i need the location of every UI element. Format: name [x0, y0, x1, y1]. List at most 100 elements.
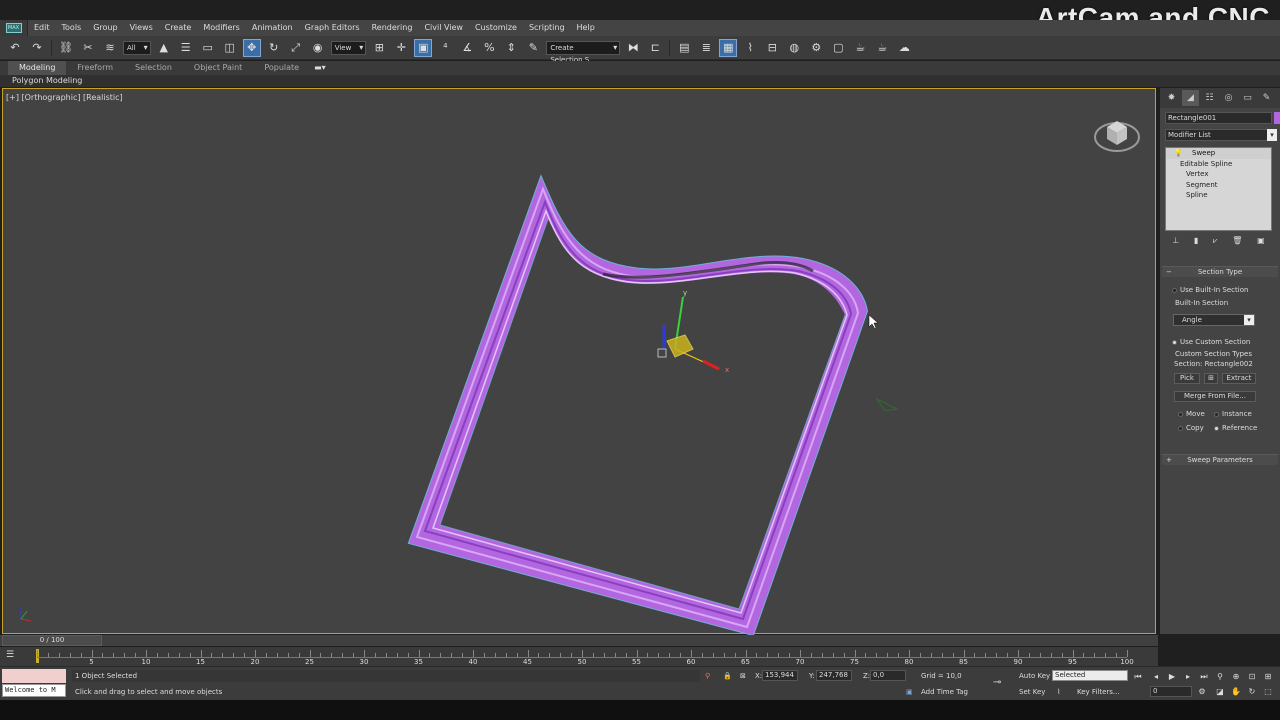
maxscript-listener-input[interactable] [2, 669, 66, 683]
viewcube-icon[interactable] [1093, 109, 1141, 157]
rectangular-selection-icon[interactable]: ▭ [199, 39, 217, 57]
angle-snap-icon[interactable]: ∡ [458, 39, 476, 57]
menu-group[interactable]: Group [87, 20, 123, 36]
snaps-toggle-icon[interactable]: ⁴ [436, 39, 454, 57]
redo-icon[interactable]: ↷ [28, 39, 46, 57]
viewport-scene[interactable]: y x [3, 89, 1157, 635]
maximize-viewport-icon[interactable]: ⬚ [1262, 686, 1274, 697]
select-and-place-icon[interactable]: ◉ [309, 39, 327, 57]
zoom-extents-all-icon[interactable]: ⊞ [1262, 671, 1274, 682]
move-radio[interactable]: Move [1178, 410, 1205, 418]
tab-modeling[interactable]: Modeling [8, 61, 67, 75]
ribbon-toggle-icon[interactable]: ▦ [719, 38, 738, 57]
mirror-icon[interactable]: ⧓ [624, 39, 642, 57]
time-configuration-icon[interactable]: ⚙ [1196, 686, 1208, 697]
pivot-center-icon[interactable]: ⊞ [370, 39, 388, 57]
time-slider[interactable]: 0 / 100 [0, 635, 1158, 646]
create-tab-icon[interactable]: ✸ [1163, 90, 1180, 106]
menu-animation[interactable]: Animation [246, 20, 299, 36]
time-slider-thumb[interactable]: 0 / 100 [2, 635, 102, 646]
sweep-object[interactable] [407, 174, 869, 635]
pin-stack-icon[interactable]: ⊥ [1172, 236, 1179, 248]
builtin-section-dropdown[interactable]: Angle ▾ [1173, 314, 1255, 326]
menu-rendering[interactable]: Rendering [366, 20, 419, 36]
go-to-start-icon[interactable]: ⏮ [1132, 671, 1144, 682]
stack-item-sweep[interactable]: 💡 Sweep [1166, 148, 1271, 159]
tab-object-paint[interactable]: Object Paint [183, 61, 253, 75]
next-frame-icon[interactable]: ▸ [1182, 671, 1194, 682]
maxscript-output[interactable]: Welcome to M [2, 684, 66, 697]
scene-explorer-icon[interactable]: ▤ [675, 39, 693, 57]
x-coord-field[interactable]: 153,944 [762, 670, 798, 681]
curve-editor-mini-icon[interactable]: ☰ [6, 650, 14, 660]
use-custom-section-radio[interactable]: Use Custom Section [1172, 338, 1250, 346]
select-object-icon[interactable]: ▲ [155, 39, 173, 57]
render-iterative-icon[interactable]: ☕ [873, 39, 891, 57]
motion-tab-icon[interactable]: ◎ [1220, 90, 1237, 106]
tab-selection[interactable]: Selection [124, 61, 183, 75]
select-by-name-icon[interactable]: ☰ [177, 39, 195, 57]
application-button[interactable]: MAX [0, 20, 28, 36]
make-unique-icon[interactable]: ⩗ [1213, 236, 1218, 248]
rendered-frame-window-icon[interactable]: ▢ [829, 39, 847, 57]
modifier-stack[interactable]: 💡 Sweep Editable Spline Vertex Segment S… [1165, 147, 1272, 231]
pick-button[interactable]: Pick [1174, 373, 1200, 384]
lightbulb-icon[interactable]: 💡 [1174, 148, 1183, 159]
configure-modifier-sets-icon[interactable]: ▣ [1257, 236, 1265, 248]
select-and-rotate-icon[interactable]: ↻ [265, 39, 283, 57]
menu-scripting[interactable]: Scripting [523, 20, 571, 36]
zoom-all-icon[interactable]: ⊕ [1230, 671, 1242, 682]
ribbon-options-icon[interactable]: ▬▾ [310, 61, 330, 75]
modify-tab-icon[interactable]: ◢ [1182, 90, 1199, 106]
tab-freeform[interactable]: Freeform [66, 61, 124, 75]
reference-coordinate-dropdown[interactable]: View [330, 40, 367, 55]
use-builtin-section-radio[interactable]: Use Built-In Section [1172, 286, 1248, 294]
zoom-icon[interactable]: ⚲ [1214, 671, 1226, 682]
window-crossing-icon[interactable]: ◫ [221, 39, 239, 57]
menu-modifiers[interactable]: Modifiers [197, 20, 246, 36]
render-production-icon[interactable]: ☕ [851, 39, 869, 57]
hierarchy-tab-icon[interactable]: ☷ [1201, 90, 1218, 106]
object-color-swatch[interactable] [1274, 112, 1280, 124]
camera-target-object[interactable] [875, 397, 899, 412]
previous-frame-icon[interactable]: ◂ [1150, 671, 1162, 682]
play-icon[interactable]: ▶ [1166, 671, 1178, 682]
edit-named-selection-icon[interactable]: ✎ [524, 39, 542, 57]
instance-radio[interactable]: Instance [1214, 410, 1252, 418]
remove-modifier-icon[interactable]: 🗑 [1232, 236, 1242, 248]
zoom-extents-icon[interactable]: ⊡ [1246, 671, 1258, 682]
render-cloud-icon[interactable]: ☁ [895, 39, 913, 57]
bind-space-warp-icon[interactable]: ≋ [101, 39, 119, 57]
perspective-viewport[interactable]: [+] [Orthographic] [Realistic] y x [2, 88, 1157, 635]
key-icon[interactable]: ⊸ [990, 677, 1001, 689]
menu-graph-editors[interactable]: Graph Editors [299, 20, 366, 36]
move-gizmo[interactable]: y x [657, 289, 729, 374]
auto-key-button[interactable]: Auto Key [1016, 670, 1050, 682]
selection-filter-dropdown[interactable]: All [123, 40, 151, 55]
select-and-scale-icon[interactable]: ⤢ [287, 39, 305, 57]
set-key-button[interactable]: Set Key [1016, 686, 1045, 698]
show-end-result-icon[interactable]: ▮ [1194, 236, 1198, 248]
percent-snap-icon[interactable]: % [480, 39, 498, 57]
merge-from-file-button[interactable]: Merge From File... [1174, 391, 1256, 402]
track-bar[interactable]: ☰ 5 10 15 20 25 30 35 40 45 50 55 60 65 70 75 80 85 90 95 1… [0, 647, 1158, 666]
sweep-parameters-rollout-header[interactable]: + Sweep Parameters [1162, 454, 1278, 465]
menu-views[interactable]: Views [124, 20, 159, 36]
layer-explorer-icon[interactable]: ≣ [697, 39, 715, 57]
menu-edit[interactable]: Edit [28, 20, 56, 36]
key-filters-button[interactable]: Key Filters... [1074, 686, 1120, 698]
named-selection-set-dropdown[interactable]: Create Selection S [546, 40, 621, 64]
menu-create[interactable]: Create [159, 20, 198, 36]
orbit-icon[interactable]: ↻ [1246, 686, 1258, 697]
display-tab-icon[interactable]: ▭ [1239, 90, 1256, 106]
extract-button[interactable]: Extract [1222, 373, 1256, 384]
reference-radio[interactable]: Reference [1214, 424, 1257, 432]
object-name-field[interactable]: Rectangle001 [1165, 112, 1272, 124]
selection-lock-icon[interactable]: 🔒 [720, 670, 732, 682]
section-type-rollout-header[interactable]: − Section Type [1162, 266, 1278, 277]
polygon-modeling-label[interactable]: Polygon Modeling [0, 75, 1280, 87]
time-tag-icon[interactable]: ▣ [903, 686, 913, 698]
go-to-end-icon[interactable]: ⏭ [1198, 671, 1210, 682]
field-of-view-icon[interactable]: ◪ [1214, 686, 1226, 697]
unlink-icon[interactable]: ✂ [79, 39, 97, 57]
